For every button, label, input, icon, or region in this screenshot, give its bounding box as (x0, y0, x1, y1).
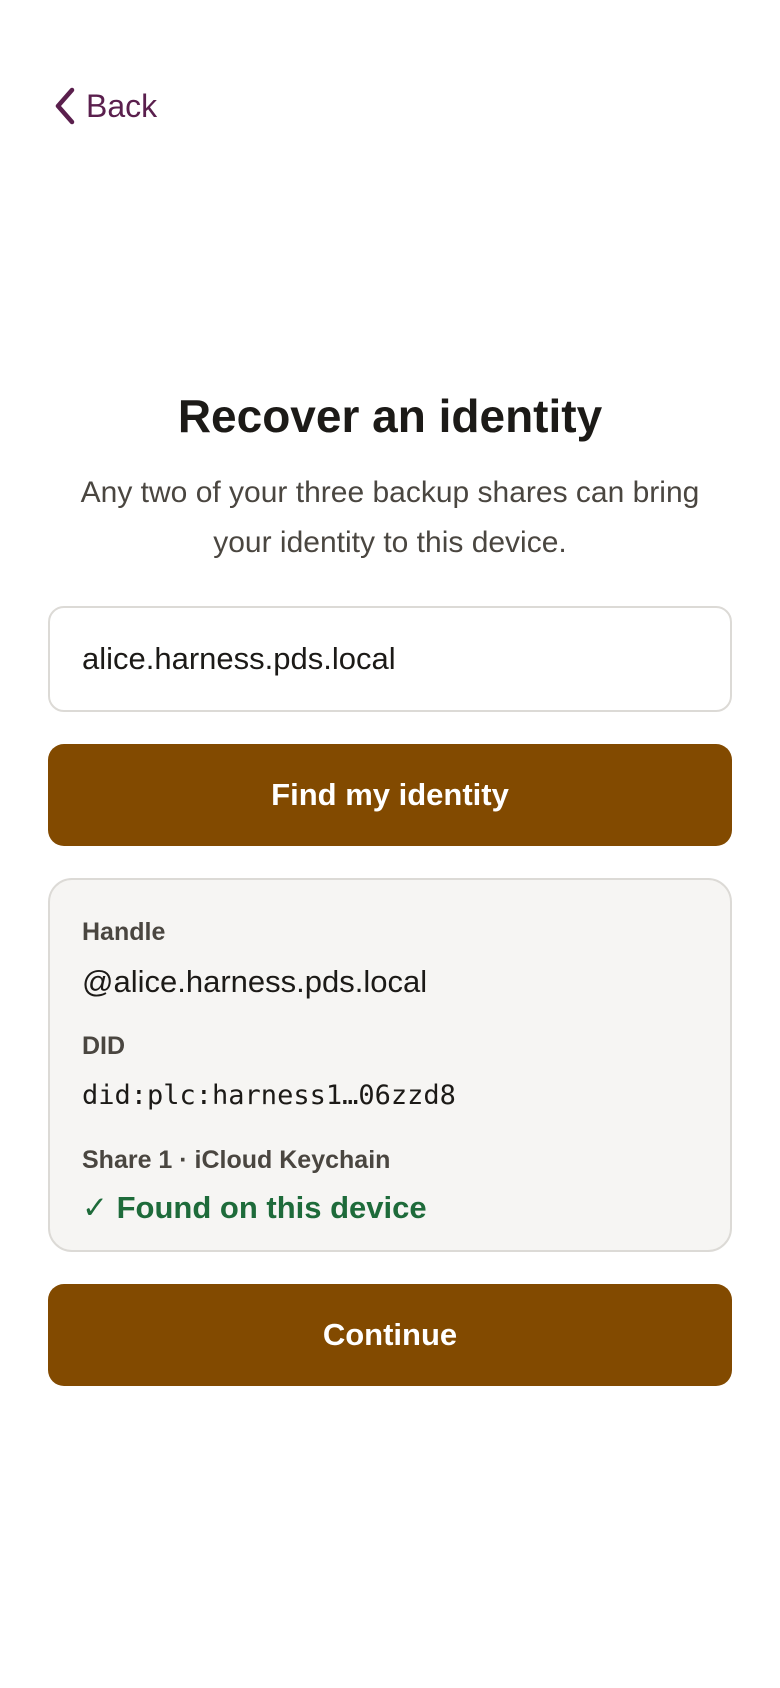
identity-result-card: Handle @alice.harness.pds.local DID did:… (48, 878, 732, 1252)
back-label: Back (86, 87, 158, 124)
handle-label: Handle (82, 918, 166, 946)
handle-input[interactable] (48, 606, 732, 712)
continue-button[interactable]: Continue (48, 1284, 732, 1386)
did-value: did:plc:harness1…06zzd8 (82, 1080, 456, 1111)
page-subtitle: Any two of your three backup shares can … (80, 476, 700, 559)
chevron-left-icon (52, 86, 78, 126)
find-identity-button[interactable]: Find my identity (48, 744, 732, 846)
recover-identity-form: Recover an identity Any two of your thre… (48, 384, 732, 1386)
back-button[interactable]: Back (52, 84, 157, 128)
page-title: Recover an identity (177, 390, 603, 442)
handle-value: @alice.harness.pds.local (82, 964, 428, 999)
share-status: ✓ Found on this device (82, 1190, 427, 1225)
did-label: DID (82, 1032, 126, 1060)
share-label: Share 1 · iCloud Keychain (82, 1146, 391, 1174)
